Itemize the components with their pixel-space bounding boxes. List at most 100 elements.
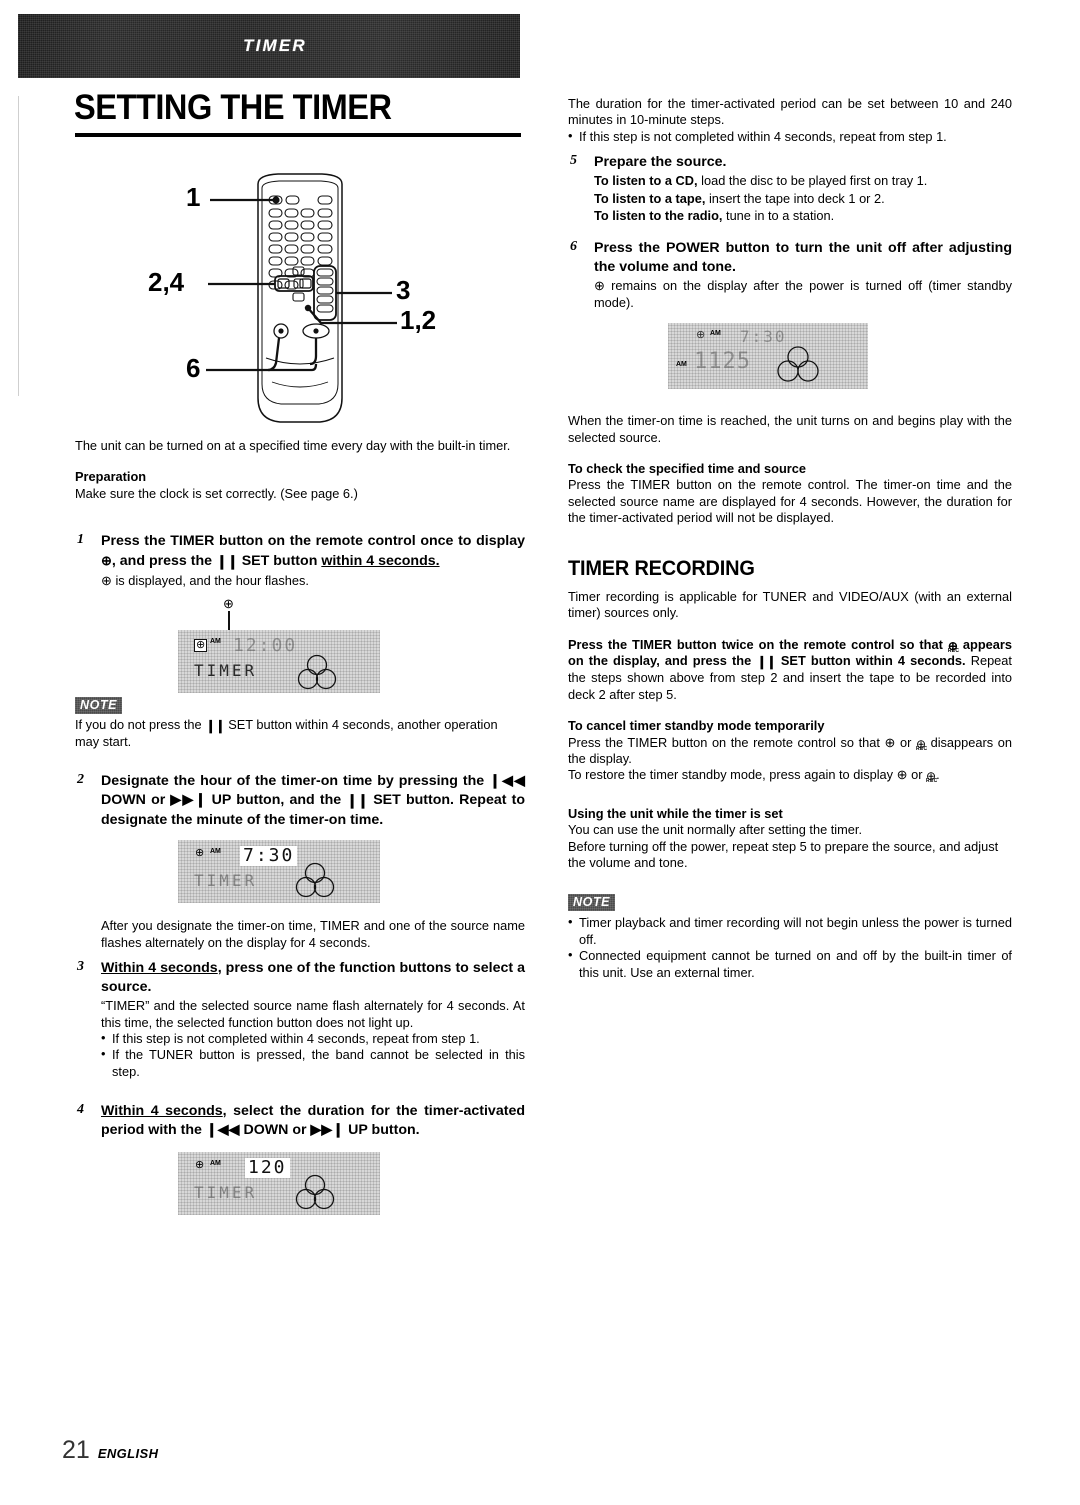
three-disc-icon — [776, 345, 820, 383]
list-item: If this step is not completed within 4 s… — [101, 1030, 525, 1047]
footer-page-number: 21 — [62, 1436, 90, 1464]
tr-cancel-a: Press the TIMER button on the remote con… — [568, 734, 885, 750]
step-1-head-b: , and press the — [111, 553, 216, 570]
rec-timer-sub: REC — [947, 647, 960, 654]
lcd-timer-word: TIMER — [194, 660, 258, 680]
footer-language: ENGLISH — [97, 1446, 159, 1461]
step-5-tape-label: To listen to a tape, — [594, 190, 706, 206]
timer-recording-heading: TIMER RECORDING — [568, 556, 755, 580]
note-1-text: If you do not press the ❙❙ SET button wi… — [75, 717, 525, 751]
step-1-head-c: SET button — [237, 553, 322, 570]
pause-icon: ❙❙ — [205, 717, 225, 733]
clock-icon: ⊕ — [594, 278, 605, 294]
note-badge: NOTE — [75, 697, 122, 714]
clock-icon: ⊕ — [896, 767, 908, 783]
section-banner: TIMER — [18, 14, 520, 78]
step-1: 1 Press the TIMER button on the remote c… — [75, 532, 525, 589]
pause-icon: ❙❙ — [756, 653, 776, 669]
lcd-clock-icon: ⊕ — [195, 847, 205, 860]
step-2: 2 Designate the hour of the timer-on tim… — [75, 772, 525, 830]
fastforward-icon: ▶▶❙ — [310, 1122, 345, 1139]
step-2-number: 2 — [77, 772, 84, 788]
timer-recording-press-para: Press the TIMER button twice on the remo… — [568, 637, 1012, 704]
pointer-line — [228, 610, 230, 631]
step-3-head-underlined: Within 4 seconds — [101, 960, 218, 977]
lcd-clock-icon: ⊕ — [194, 638, 208, 652]
tr-press-c: SET button within 4 seconds. — [775, 652, 966, 668]
step-5: 5 Prepare the source. To listen to a CD,… — [568, 153, 1012, 224]
using-unit-heading: Using the unit while the timer is set — [568, 805, 783, 821]
pause-icon: ❙❙ — [215, 554, 239, 571]
three-disc-icon — [294, 1174, 336, 1210]
tr-cancel-b: or — [895, 734, 916, 750]
rec-timer-sub: REC — [926, 778, 938, 785]
step-6-body-text: remains on the display after the power i… — [594, 278, 1012, 310]
step-5-heading: Prepare the source. — [594, 154, 727, 171]
list-item: Timer playback and timer recording will … — [568, 914, 1012, 948]
list-item: If the TUNER button is pressed, the band… — [101, 1046, 525, 1080]
lcd-am-indicator: AM — [210, 848, 221, 856]
lcd-display-step-1: ⊕ AM 12:00 TIMER — [178, 629, 380, 693]
rec-timer-icon: ⊕ REC — [916, 738, 927, 752]
rec-timer-sub: REC — [915, 745, 928, 752]
lcd-clock-icon: ⊕ — [696, 329, 706, 342]
lcd-frequency-digits: 1125 — [694, 349, 751, 375]
right-top-bullets: If this step is not completed within 4 s… — [568, 128, 1012, 145]
preparation-heading: Preparation — [75, 469, 147, 485]
clock-icon: ⊕ — [101, 573, 112, 589]
timer-recording-intro: Timer recording is applicable for TUNER … — [568, 588, 1012, 621]
clock-icon-pointer-label: ⊕ — [223, 595, 234, 611]
lcd-display-step-6: ⊕ AM 7:30 AM 1125 — [668, 323, 868, 390]
tr-restore-b: or — [907, 767, 927, 783]
lcd-duration-digits: 120 — [245, 1158, 290, 1179]
lcd-timer-word: TIMER — [194, 871, 258, 891]
step-4-lcd-group: ⊕ AM 120 TIMER — [75, 1152, 525, 1232]
step-1-head-underlined: within 4 seconds. — [321, 553, 440, 570]
banner-title: TIMER — [243, 36, 307, 55]
step-4-head-underlined: Within 4 seconds — [101, 1103, 223, 1120]
title-rule — [75, 133, 521, 137]
step-5-line-radio: To listen to the radio, tune in to a sta… — [594, 208, 1012, 224]
lcd-clock-icon: ⊕ — [195, 1159, 205, 1172]
preparation-text: Make sure the clock is set correctly. (S… — [75, 485, 358, 501]
step-5-cd-label: To listen to a CD, — [594, 173, 698, 189]
step-2-lcd-group: ⊕ AM 7:30 TIMER — [75, 840, 525, 918]
list-item: If this step is not completed within 4 s… — [568, 128, 1012, 145]
rec-timer-icon: ⊕ REC — [926, 770, 937, 784]
page-title: SETTING THE TIMER — [74, 88, 392, 127]
step-6: 6 Press the POWER button to turn the uni… — [568, 239, 1012, 311]
step-3-bullets: If this step is not completed within 4 s… — [101, 1030, 525, 1080]
lcd-am-indicator: AM — [210, 1160, 221, 1168]
step-1-number: 1 — [77, 532, 84, 548]
step-4: 4 Within 4 seconds, select the duration … — [75, 1102, 525, 1140]
step-2-heading: Designate the hour of the timer-on time … — [101, 772, 525, 830]
lcd-am-indicator: AM — [210, 637, 221, 645]
step-6-body: ⊕ remains on the display after the power… — [594, 278, 1012, 311]
step-6-lcd-group: ⊕ AM 7:30 AM 1125 — [568, 323, 1012, 413]
lcd-display-step-4: ⊕ AM 120 TIMER — [178, 1152, 380, 1216]
restore-standby-body: To restore the timer standby mode, press… — [568, 767, 1012, 784]
list-item: Connected equipment cannot be turned on … — [568, 947, 1012, 981]
step-1-head-a: Press the TIMER button on the remote con… — [101, 533, 525, 550]
clock-icon: ⊕ — [101, 553, 112, 569]
page-footer: 21 ENGLISH — [62, 1436, 158, 1465]
step-4-head-c: UP button. — [344, 1122, 420, 1139]
rewind-icon: ❙◀◀ — [489, 773, 525, 790]
note-2-bullets: Timer playback and timer recording will … — [568, 914, 1012, 981]
lcd-time-digits-top: 7:30 — [740, 327, 787, 347]
lcd-time-digits: 7:30 — [240, 846, 298, 867]
step-6-number: 6 — [570, 239, 577, 255]
step-5-line-tape: To listen to a tape, insert the tape int… — [594, 191, 1012, 207]
note-block-2: NOTE Timer playback and timer recording … — [568, 893, 1012, 981]
scan-edge-artifact — [18, 96, 19, 396]
cancel-standby-heading: To cancel timer standby mode temporarily — [568, 718, 825, 734]
note-block-1: NOTE If you do not press the ❙❙ SET butt… — [75, 696, 525, 751]
step-2-body: After you designate the timer-on time, T… — [101, 918, 525, 950]
step-1-body-text: is displayed, and the hour flashes. — [111, 573, 309, 589]
check-time-heading: To check the specified time and source — [568, 461, 806, 477]
check-time-body: Press the TIMER button on the remote con… — [568, 477, 1012, 526]
tr-restore-a: To restore the timer standby mode, press… — [568, 767, 897, 783]
right-top-paragraph: The duration for the timer-activated per… — [568, 96, 1012, 128]
lcd-am-indicator-top: AM — [710, 330, 721, 338]
step-5-cd-text: load the disc to be played first on tray… — [697, 173, 928, 189]
